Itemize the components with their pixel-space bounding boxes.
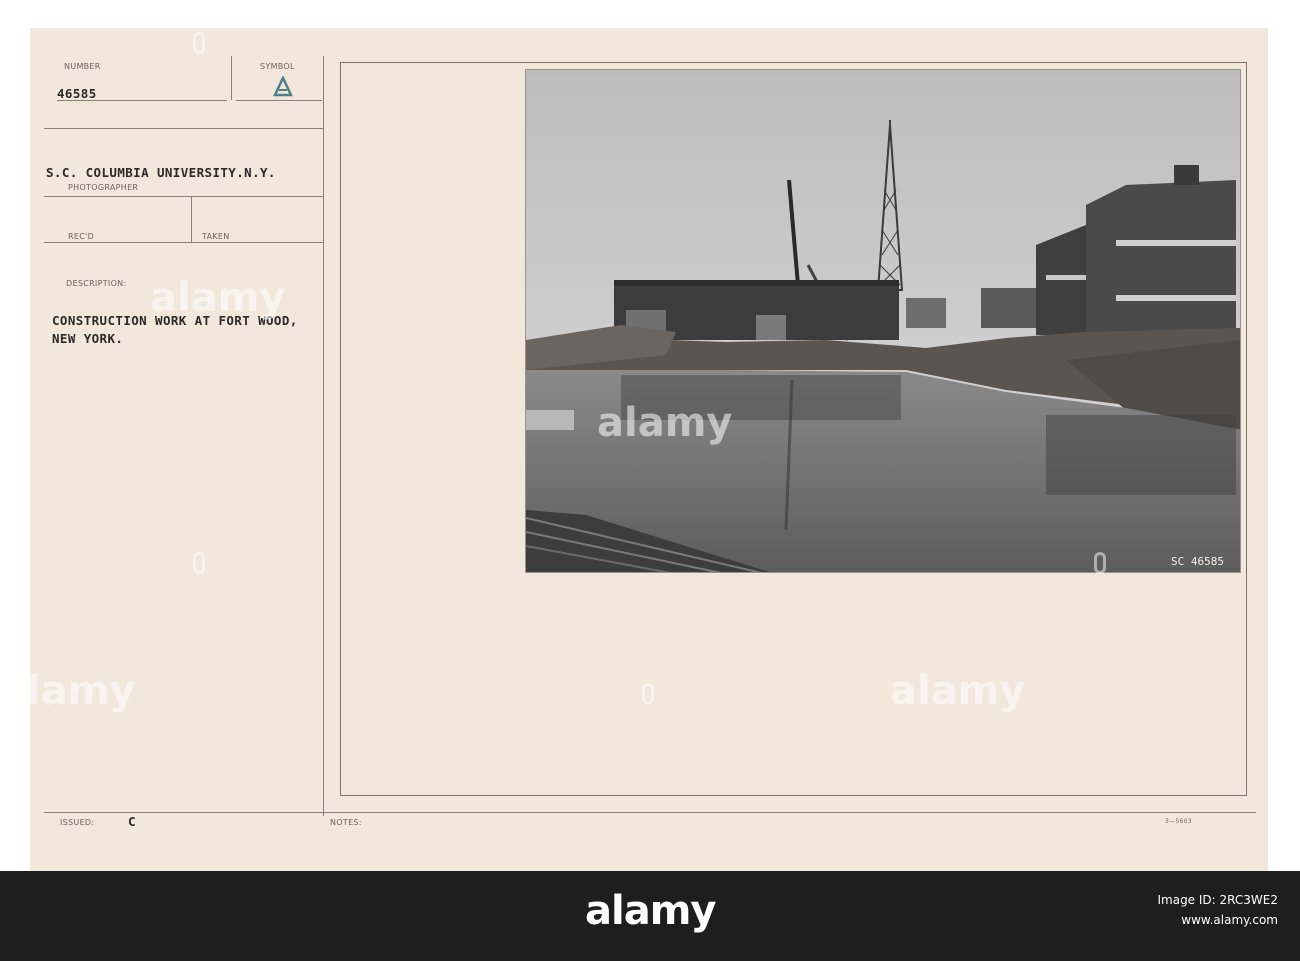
photographer-value: S.C. COLUMBIA UNIVERSITY.N.Y. xyxy=(46,165,276,180)
card-column-divider xyxy=(323,56,324,816)
footer-info: Image ID: 2RC3WE2 www.alamy.com xyxy=(1157,890,1278,930)
description-label: DESCRIPTION: xyxy=(66,279,127,288)
symbol-underline xyxy=(236,100,322,101)
symbol-stamp-icon xyxy=(272,75,294,98)
watermark-text-1: alamy xyxy=(150,275,286,321)
negative-number: SC 46585 xyxy=(1171,555,1224,568)
issued-value: C xyxy=(128,814,136,829)
form-number: 3—5603 xyxy=(1165,818,1192,825)
image-id: Image ID: 2RC3WE2 xyxy=(1157,893,1278,907)
number-underline xyxy=(57,100,227,101)
header-divider xyxy=(231,56,232,100)
recd-divider xyxy=(191,196,192,242)
taken-label: TAKEN xyxy=(202,232,230,241)
description-line-2: NEW YORK. xyxy=(52,331,124,346)
watermark-mark-icon xyxy=(1094,552,1106,574)
photographer-label: PHOTOGRAPHER xyxy=(68,183,139,192)
watermark-mark-icon xyxy=(642,683,654,705)
photographer-rule xyxy=(44,196,324,197)
watermark-text-2: alamy xyxy=(597,400,733,446)
watermark-mark-icon xyxy=(193,552,205,574)
header-rule xyxy=(44,128,324,129)
footer-rule xyxy=(44,812,1256,813)
number-label: NUMBER xyxy=(64,62,101,71)
number-value: 46585 xyxy=(57,86,97,101)
recd-rule xyxy=(44,242,324,243)
watermark-text-4: alamy xyxy=(0,668,136,714)
symbol-label: SYMBOL xyxy=(260,62,295,71)
watermark-text-3: alamy xyxy=(890,668,1026,714)
watermark-mark-icon xyxy=(193,32,205,54)
site-url: www.alamy.com xyxy=(1181,913,1278,927)
notes-label: NOTES: xyxy=(330,818,362,827)
issued-label: ISSUED: xyxy=(60,818,95,827)
archival-photograph: SC 46585 xyxy=(525,69,1241,573)
recd-label: REC'D xyxy=(68,232,95,241)
footer-brand-logo: alamy xyxy=(585,888,716,934)
